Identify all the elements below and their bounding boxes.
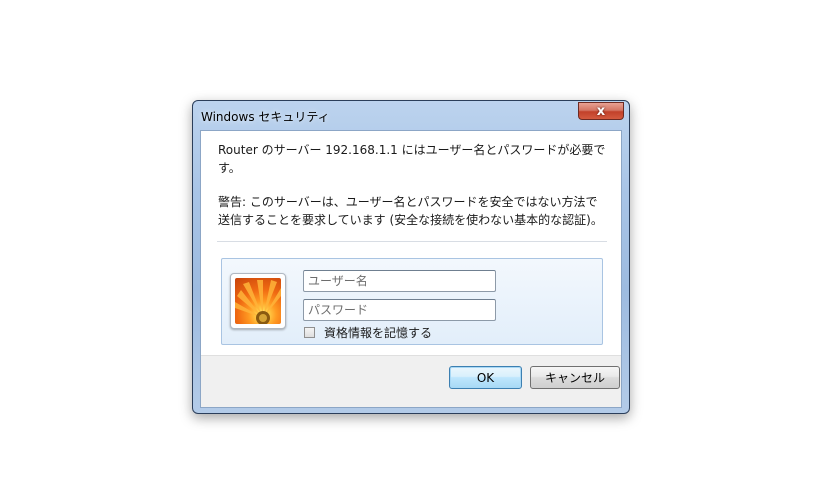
security-dialog: Windows セキュリティ x Router のサーバー 192.168.1.…: [192, 100, 630, 414]
username-input[interactable]: [303, 270, 496, 292]
credential-tile: 資格情報を記憶する: [221, 258, 603, 345]
user-avatar: [230, 273, 286, 329]
remember-label: 資格情報を記憶する: [324, 326, 433, 340]
dialog-body: Router のサーバー 192.168.1.1 にはユーザー名とパスワードが必…: [200, 130, 622, 408]
close-icon: x: [596, 103, 606, 119]
close-button[interactable]: x: [578, 102, 624, 120]
button-bar: OK キャンセル: [201, 355, 621, 407]
flower-icon: [235, 278, 281, 324]
dialog-title: Windows セキュリティ: [201, 110, 330, 124]
password-input[interactable]: [303, 299, 496, 321]
server-message: Router のサーバー 192.168.1.1 にはユーザー名とパスワードが必…: [218, 143, 606, 175]
separator: [217, 241, 607, 242]
cancel-button[interactable]: キャンセル: [530, 366, 620, 389]
remember-credentials[interactable]: 資格情報を記憶する: [304, 324, 432, 341]
remember-checkbox[interactable]: [304, 327, 315, 338]
warning-message: 警告: このサーバーは、ユーザー名とパスワードを安全ではない方法で送信することを…: [218, 195, 603, 227]
ok-button[interactable]: OK: [449, 366, 522, 389]
